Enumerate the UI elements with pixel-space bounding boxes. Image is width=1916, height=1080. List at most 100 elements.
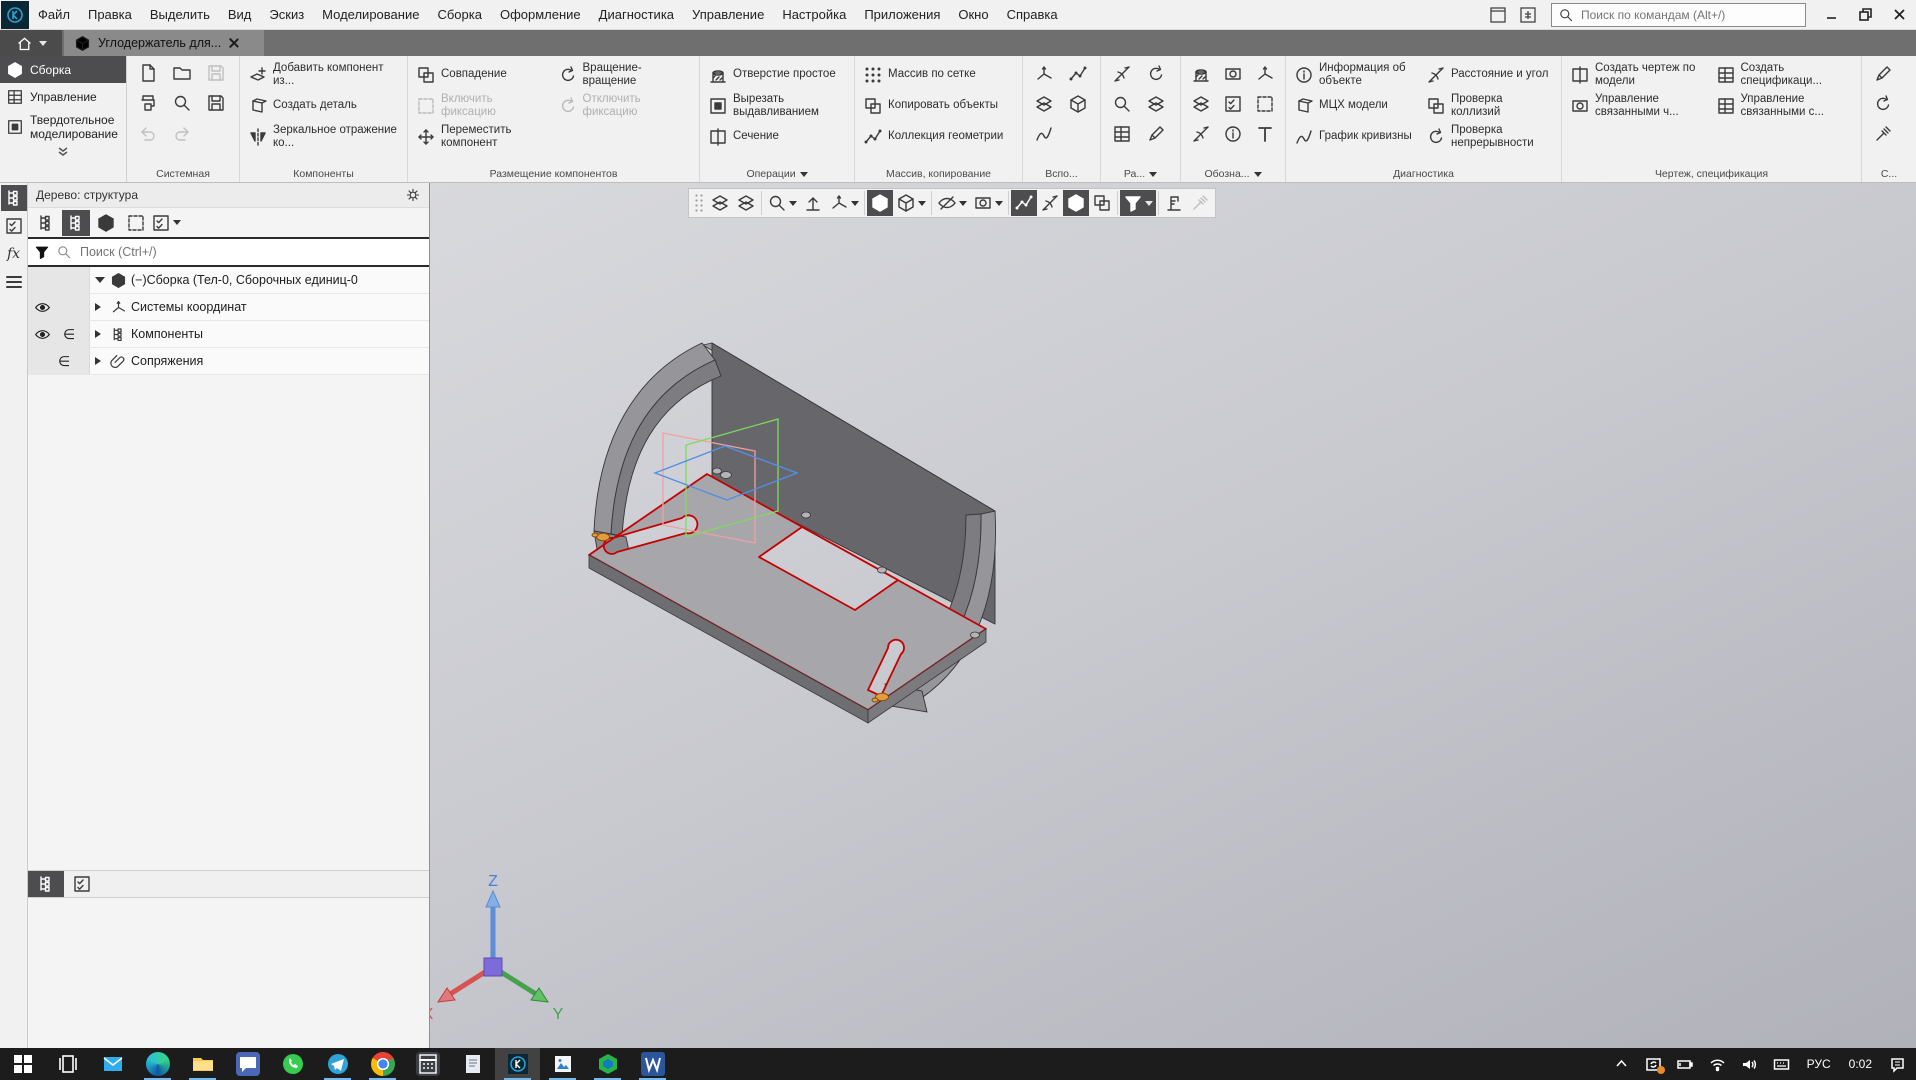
expander-closed-icon[interactable] xyxy=(95,303,105,311)
assembly-model[interactable] xyxy=(589,343,996,723)
volume-icon[interactable] xyxy=(1735,1048,1765,1080)
bottom-tab-tree[interactable] xyxy=(28,871,64,897)
section-button[interactable]: Сечение xyxy=(704,121,850,152)
strip-parameters-button[interactable] xyxy=(1,213,27,239)
menu-settings[interactable]: Настройка xyxy=(773,0,855,30)
clock[interactable]: 0:02 xyxy=(1841,1057,1880,1071)
manage-linked-drawings-button[interactable]: Управление связанными ч... xyxy=(1566,90,1712,121)
tree-row-coordinate-systems[interactable]: Системы координат xyxy=(28,294,429,321)
home-tab-button[interactable] xyxy=(0,30,62,56)
menu-management[interactable]: Управление xyxy=(683,0,773,30)
radial-dimension-button[interactable] xyxy=(1107,90,1137,119)
taskbar-notepad[interactable] xyxy=(450,1048,495,1080)
linear-dimension-button[interactable] xyxy=(1107,60,1137,89)
mirror-component-button[interactable]: Зеркальное отражение ко... xyxy=(244,121,403,152)
object-info-button[interactable]: Информация об объекте xyxy=(1290,59,1422,90)
viewport-3d[interactable]: Z X Y xyxy=(430,183,1916,1048)
object-filter-button[interactable] xyxy=(1120,190,1156,216)
undo-button[interactable] xyxy=(133,119,163,148)
geometry-collection-button[interactable]: Коллекция геометрии xyxy=(859,121,1018,152)
enable-fixation-button[interactable]: Включить фиксацию xyxy=(412,90,554,121)
distance-angle-button[interactable]: Расстояние и угол xyxy=(1422,59,1554,90)
taskbar-kompas-active[interactable] xyxy=(495,1048,540,1080)
orientation-button[interactable] xyxy=(826,190,862,216)
structure-display-button[interactable] xyxy=(1161,190,1187,216)
rotation-rotation-button[interactable]: Вращение-вращение xyxy=(554,59,696,90)
close-button[interactable] xyxy=(1882,0,1916,30)
expander-closed-icon[interactable] xyxy=(95,357,105,365)
restore-button[interactable] xyxy=(1848,0,1882,30)
taskbar-edge[interactable] xyxy=(135,1048,180,1080)
menu-window[interactable]: Окно xyxy=(949,0,997,30)
tolerance-button[interactable] xyxy=(1218,90,1248,119)
strip-tree-button[interactable] xyxy=(1,185,27,211)
taskbar-mail[interactable] xyxy=(90,1048,135,1080)
dimensions-display-button[interactable] xyxy=(1037,190,1063,216)
taskbar-whatsapp[interactable] xyxy=(270,1048,315,1080)
expander-closed-icon[interactable] xyxy=(95,330,105,338)
control-points-button[interactable] xyxy=(1011,190,1037,216)
service-add-button[interactable] xyxy=(1868,60,1898,89)
strip-menu-button[interactable] xyxy=(1,269,27,295)
disable-fixation-button[interactable]: Отключить фиксацию xyxy=(554,90,696,121)
tree-row-mates[interactable]: ∈ Сопряжения xyxy=(28,348,429,375)
mass-properties-button[interactable]: МЦХ модели xyxy=(1290,90,1422,121)
taskbar-calculator[interactable] xyxy=(405,1048,450,1080)
minimize-button[interactable] xyxy=(1814,0,1848,30)
orientation-dropdown-arrow[interactable] xyxy=(851,201,859,210)
taskbar-photos[interactable] xyxy=(540,1048,585,1080)
coincident-button[interactable]: Совпадение xyxy=(412,59,554,90)
visibility-eye-icon[interactable] xyxy=(34,326,51,343)
tab-close-icon[interactable] xyxy=(228,37,240,49)
menu-applications[interactable]: Приложения xyxy=(855,0,949,30)
save-as-button[interactable] xyxy=(201,89,231,118)
hidden-lines-dropdown-arrow[interactable] xyxy=(959,201,967,210)
document-tab[interactable]: Углодержатель для... xyxy=(64,30,264,56)
bottom-tab-parameters[interactable] xyxy=(64,871,100,897)
layout-window-icon[interactable] xyxy=(1485,4,1511,26)
menu-help[interactable]: Справка xyxy=(998,0,1067,30)
new-document-button[interactable] xyxy=(133,59,163,88)
aux-point-button[interactable] xyxy=(1063,60,1093,89)
menu-view[interactable]: Вид xyxy=(219,0,261,30)
command-search-input[interactable] xyxy=(1579,7,1799,23)
move-component-button[interactable]: Переместить компонент xyxy=(412,121,554,152)
tree-composition-button[interactable] xyxy=(92,210,120,236)
marker-button[interactable] xyxy=(1250,90,1280,119)
hole-notation-button[interactable] xyxy=(1186,60,1216,89)
sketch-plane-button[interactable] xyxy=(707,190,733,216)
aux-axes-button[interactable] xyxy=(1029,60,1059,89)
action-center-icon[interactable] xyxy=(1882,1048,1912,1080)
shaded-display-button[interactable] xyxy=(867,190,893,216)
tree-selection-button[interactable] xyxy=(122,210,150,236)
wifi-icon[interactable] xyxy=(1703,1048,1733,1080)
preview-button[interactable] xyxy=(167,89,197,118)
language-indicator[interactable]: РУС xyxy=(1799,1057,1839,1071)
expander-open-icon[interactable] xyxy=(95,277,105,288)
copy-objects-button[interactable]: Копировать объекты xyxy=(859,90,1018,121)
visibility-eye-icon[interactable] xyxy=(34,299,51,316)
create-specification-button[interactable]: Создать спецификаци... xyxy=(1712,59,1858,90)
curvature-graph-button[interactable]: График кривизны xyxy=(1290,121,1422,152)
menu-diagnostics[interactable]: Диагностика xyxy=(590,0,683,30)
dimensions-dropdown-arrow[interactable] xyxy=(1149,172,1157,181)
geometry-display-button[interactable] xyxy=(1089,190,1115,216)
simple-hole-button[interactable]: Отверстие простое xyxy=(704,59,850,90)
cut-extrude-button[interactable]: Вырезать выдавливанием xyxy=(704,90,850,121)
menu-modeling[interactable]: Моделирование xyxy=(313,0,428,30)
filter-funnel-icon[interactable] xyxy=(34,244,50,260)
create-part-button[interactable]: Создать деталь xyxy=(244,90,403,121)
print-button[interactable] xyxy=(133,89,163,118)
textured-display-button[interactable] xyxy=(1063,190,1089,216)
aux-plane-button[interactable] xyxy=(1029,90,1059,119)
diameter-dimension-button[interactable] xyxy=(1141,60,1171,89)
home-dropdown-arrow[interactable] xyxy=(39,41,47,50)
mode-management[interactable]: Управление xyxy=(0,83,126,110)
taskbar-chrome[interactable] xyxy=(360,1048,405,1080)
service-rename-button[interactable] xyxy=(1868,90,1898,119)
taskbar-messenger[interactable] xyxy=(225,1048,270,1080)
taskbar-explorer[interactable] xyxy=(180,1048,225,1080)
image-quality-dropdown-arrow[interactable] xyxy=(995,201,1003,210)
image-quality-button[interactable] xyxy=(970,190,1006,216)
create-drawing-button[interactable]: Создать чертеж по модели xyxy=(1566,59,1712,90)
